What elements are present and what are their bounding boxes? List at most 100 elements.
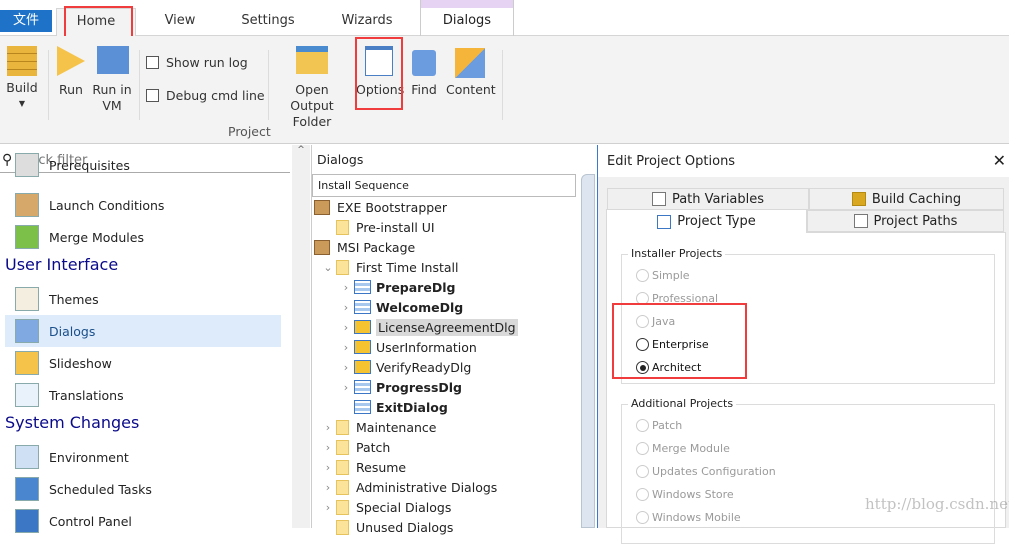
- paths-icon: [853, 214, 868, 228]
- radio-label: Windows Store: [652, 488, 734, 501]
- project-type-panel: Installer Projects Simple Professional Java…: [606, 232, 1006, 544]
- expand-arrow-icon[interactable]: ›: [338, 381, 354, 394]
- tree-item[interactable]: Pre-install UI: [320, 217, 435, 237]
- tab-label: Build Caching: [871, 191, 962, 207]
- install-sequence-dropdown[interactable]: Install Sequence: [312, 174, 576, 197]
- tree-item[interactable]: › LicenseAgreementDlg: [338, 317, 518, 337]
- nav-item[interactable]: Scheduled Tasks: [5, 473, 281, 505]
- radio-circle: [636, 269, 649, 282]
- tree-item[interactable]: ⌄ First Time Install: [320, 257, 458, 277]
- tree-item[interactable]: › Patch: [320, 437, 390, 457]
- nav-item[interactable]: Dialogs: [5, 315, 281, 347]
- tree-item-label: Resume: [356, 459, 407, 475]
- expand-arrow-icon[interactable]: ›: [338, 361, 354, 374]
- open-output-folder-button[interactable]: Open Output Folder: [272, 42, 352, 130]
- tree-item[interactable]: Unused Dialogs: [320, 517, 453, 537]
- file-tab[interactable]: 文件: [0, 10, 52, 32]
- ribbon-tabs: 文件 Home View Settings Wizards Dialogs: [0, 0, 1009, 37]
- nav-item[interactable]: Prerequisites: [5, 149, 281, 181]
- expand-arrow-icon[interactable]: ›: [320, 481, 336, 494]
- tree-item[interactable]: › UserInformation: [338, 337, 477, 357]
- content-button[interactable]: Content: [446, 42, 496, 98]
- project-type-icon: [657, 214, 672, 229]
- radio-label: Updates Configuration: [652, 465, 776, 478]
- tree-item[interactable]: › Special Dialogs: [320, 497, 451, 517]
- dialog-warning-icon: [354, 360, 371, 374]
- find-button[interactable]: Find: [410, 42, 438, 98]
- tree-item[interactable]: MSI Package: [314, 237, 415, 257]
- group-label: Additional Projects: [628, 397, 737, 410]
- nav-item[interactable]: Launch Conditions: [5, 189, 281, 221]
- expand-arrow-icon[interactable]: ›: [320, 421, 336, 434]
- left-scrollbar[interactable]: ^: [292, 145, 310, 528]
- nav-item-label: Slideshow: [49, 355, 112, 371]
- clock-icon: [15, 477, 39, 501]
- nav-item-label: Themes: [49, 291, 99, 307]
- tab-path-variables[interactable]: Path Variables: [607, 188, 809, 210]
- expand-arrow-icon[interactable]: ›: [320, 461, 336, 474]
- radio-windows-store[interactable]: Windows Store: [636, 488, 734, 501]
- radio-windows-mobile[interactable]: Windows Mobile: [636, 511, 741, 524]
- tab-dialogs-context[interactable]: Dialogs: [420, 0, 514, 36]
- tab-project-paths[interactable]: Project Paths: [807, 210, 1004, 232]
- expand-arrow-icon[interactable]: ›: [338, 281, 354, 294]
- nav-item[interactable]: Translations: [5, 379, 281, 411]
- tree-item[interactable]: › VerifyReadyDlg: [338, 357, 472, 377]
- debug-cmd-line-checkbox[interactable]: Debug cmd line: [146, 88, 265, 103]
- expand-arrow-icon[interactable]: ›: [338, 321, 354, 334]
- expand-arrow-icon[interactable]: ›: [320, 501, 336, 514]
- build-button[interactable]: Build ▼: [4, 42, 40, 112]
- dialog-icon: [354, 280, 371, 294]
- find-label: Find: [411, 82, 437, 97]
- tree-item[interactable]: EXE Bootstrapper: [314, 197, 447, 217]
- tree-item[interactable]: › WelcomeDlg: [338, 297, 463, 317]
- tree-item-label: ExitDialog: [376, 399, 448, 415]
- project-group-label: Project: [228, 124, 271, 139]
- run-label: Run: [59, 82, 83, 97]
- expand-arrow-icon[interactable]: ›: [320, 441, 336, 454]
- tab-settings[interactable]: Settings: [232, 10, 304, 36]
- radio-patch[interactable]: Patch: [636, 419, 682, 432]
- expand-arrow-icon[interactable]: ⌄: [320, 261, 336, 274]
- tree-item[interactable]: › Maintenance: [320, 417, 437, 437]
- close-icon[interactable]: ✕: [993, 151, 1006, 170]
- tree-item[interactable]: › Resume: [320, 457, 406, 477]
- palette-icon: [15, 287, 39, 311]
- radio-merge-module[interactable]: Merge Module: [636, 442, 730, 455]
- expand-arrow-icon[interactable]: ›: [338, 301, 354, 314]
- tab-project-type[interactable]: Project Type: [606, 209, 807, 233]
- additional-projects-group: Additional Projects Patch Merge Module Upda…: [621, 397, 995, 544]
- tree-item[interactable]: ExitDialog: [338, 397, 448, 417]
- highlight-edition: [612, 303, 747, 379]
- nav-item[interactable]: Themes: [5, 283, 281, 315]
- radio-circle: [636, 442, 649, 455]
- tree-item[interactable]: › ProgressDlg: [338, 377, 462, 397]
- tree-item[interactable]: › Administrative Dialogs: [320, 477, 497, 497]
- expand-arrow-icon[interactable]: ›: [338, 341, 354, 354]
- environment-icon: [15, 445, 39, 469]
- tab-build-caching[interactable]: Build Caching: [809, 188, 1004, 210]
- run-in-vm-button[interactable]: Run in VM: [92, 42, 134, 114]
- tree-item-label: Pre-install UI: [356, 219, 435, 235]
- ribbon: Build ▼ Run Run in VM Show run log Debug …: [0, 36, 1009, 144]
- tree-item[interactable]: › PrepareDlg: [338, 277, 456, 297]
- run-button[interactable]: Run: [56, 42, 86, 98]
- radio-simple[interactable]: Simple: [636, 269, 690, 282]
- nav-item[interactable]: Control Panel: [5, 505, 281, 537]
- nav-item-label: Control Panel: [49, 513, 132, 529]
- highlight-options: [355, 37, 403, 110]
- tree-item-label: Maintenance: [356, 419, 437, 435]
- nav-item[interactable]: Merge Modules: [5, 221, 281, 253]
- show-run-log-checkbox[interactable]: Show run log: [146, 55, 248, 70]
- radio-updates-configuration[interactable]: Updates Configuration: [636, 465, 776, 478]
- nav-item[interactable]: Environment: [5, 441, 281, 473]
- control-panel-icon: [15, 509, 39, 533]
- nav-item[interactable]: Slideshow: [5, 347, 281, 379]
- dialog-warning-icon: [354, 320, 371, 334]
- tab-wizards[interactable]: Wizards: [330, 10, 404, 36]
- tab-view[interactable]: View: [150, 10, 210, 36]
- folder-arrow-icon: [296, 46, 328, 74]
- tree-item-label: VerifyReadyDlg: [376, 359, 472, 375]
- package-icon: [314, 239, 330, 255]
- content-icon: [455, 48, 485, 78]
